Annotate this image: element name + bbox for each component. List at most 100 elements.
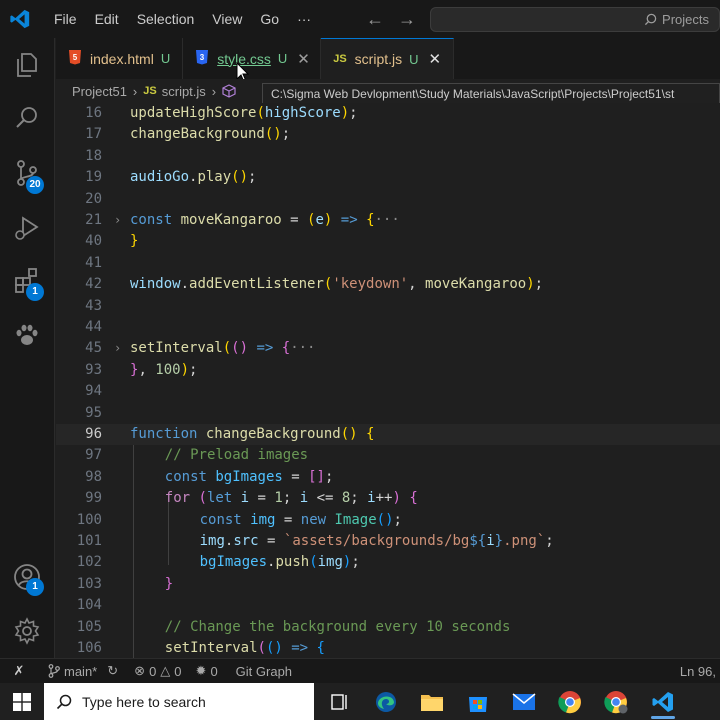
code-token: ; (393, 511, 402, 528)
remote-icon[interactable]: ✗ (0, 658, 38, 684)
code-token: changeBackground (205, 426, 341, 442)
code-line[interactable]: 21 › const moveKangaroo = (e) => {··· (56, 210, 720, 231)
code-line[interactable]: 19 audioGo.play(); (56, 167, 720, 188)
code-line[interactable]: 101 img.src = `assets/backgrounds/bg${i}.… (56, 531, 720, 552)
code-token: ; (351, 554, 360, 571)
code-line[interactable]: 18 (56, 146, 720, 167)
search-label: Projects (662, 12, 709, 27)
fold-chevron-icon[interactable]: › (114, 210, 121, 231)
fold-chevron-icon[interactable]: › (114, 338, 121, 359)
code-token: { (366, 212, 375, 228)
code-token: ( (198, 490, 207, 507)
status-bar: ✗ main* ↻ ⊗ 0 △ 0 ✹ 0 Git Graph Ln 96, (0, 658, 720, 684)
code-text: } (165, 574, 173, 595)
code-line[interactable]: 95 (56, 403, 720, 424)
chrome-profile-icon[interactable] (603, 689, 629, 715)
code-line[interactable]: 45 › setInterval(() => {··· (56, 338, 720, 359)
taskbar-search[interactable]: Type here to search (44, 683, 314, 720)
menu-file[interactable]: File (45, 0, 86, 38)
run-debug-icon[interactable] (12, 213, 42, 243)
code-token: ; (189, 361, 198, 378)
symbol-cube-icon (222, 84, 236, 98)
mail-icon[interactable] (511, 689, 537, 715)
line-number: 96 (85, 426, 102, 442)
code-line[interactable]: 16 updateHighScore(highScore); (56, 103, 720, 124)
windows-start-button[interactable] (0, 683, 44, 720)
menu-edit[interactable]: Edit (86, 0, 128, 38)
menu-more[interactable]: ··· (288, 0, 320, 38)
code-text: const bgImages = []; (165, 467, 334, 488)
code-line[interactable]: 20 (56, 189, 720, 210)
branch-indicator[interactable]: main* (48, 664, 97, 679)
command-center-search[interactable]: Projects (430, 7, 720, 32)
code-line[interactable]: 103} (56, 574, 720, 595)
paw-icon[interactable] (12, 320, 42, 350)
code-line[interactable]: 105 // Change the background every 10 sec… (56, 617, 720, 638)
code-line[interactable]: 100 const img = new Image(); (56, 510, 720, 531)
cursor-position[interactable]: Ln 96, (680, 664, 716, 679)
ports-indicator[interactable]: ✹ 0 (196, 663, 218, 679)
file-explorer-icon[interactable] (419, 689, 445, 715)
code-token: // Preload images (164, 447, 309, 464)
code-token: `assets/backgrounds/bg (283, 533, 470, 549)
chrome-icon[interactable] (557, 689, 583, 715)
code-line[interactable]: 40} (56, 231, 720, 252)
code-line[interactable]: 17 changeBackground(); (56, 124, 720, 145)
sync-icon[interactable]: ↻ (107, 663, 118, 679)
task-view-icon[interactable] (326, 689, 352, 715)
line-number: 102 (76, 554, 102, 571)
code-line[interactable]: 99 for (let i = 1; i <= 8; i++) { (56, 488, 720, 509)
code-line[interactable]: 102 bgImages.push(img); (56, 552, 720, 573)
code-line[interactable]: 41 (56, 253, 720, 274)
code-token: { (281, 340, 291, 357)
forward-arrow-icon[interactable]: → (398, 9, 416, 30)
menu-selection[interactable]: Selection (128, 0, 204, 38)
code-token: ( (257, 640, 266, 656)
search-placeholder: Type here to search (82, 693, 206, 710)
js-icon: JS (143, 85, 157, 97)
code-text: // Change the background every 10 second… (165, 617, 511, 638)
close-icon[interactable]: ✕ (429, 50, 442, 68)
code-line[interactable]: 98 const bgImages = []; (56, 467, 720, 488)
tab-style-css[interactable]: 3 style.css U ✕ (183, 38, 322, 79)
code-line[interactable]: 44 (56, 317, 720, 338)
git-graph-button[interactable]: Git Graph (236, 664, 292, 679)
code-token: updateHighScore (130, 105, 257, 121)
code-token: ( (340, 426, 350, 442)
breadcrumb-folder[interactable]: Project51 (72, 84, 127, 99)
edge-browser-icon[interactable] (373, 689, 399, 715)
windows-logo-icon (13, 692, 31, 711)
ports-count: 0 (210, 663, 218, 679)
code-token: ++ (375, 490, 393, 507)
microsoft-store-icon[interactable] (465, 689, 491, 715)
code-line[interactable]: 106 setInterval(() => { (56, 638, 720, 658)
settings-gear-icon[interactable] (12, 616, 42, 646)
code-token: = (275, 511, 301, 528)
tab-index-html[interactable]: 5 index.html U (56, 38, 184, 79)
menu-view[interactable]: View (203, 0, 251, 38)
tab-script-js[interactable]: JS script.js U ✕ (321, 38, 455, 79)
code-line[interactable]: 94 (56, 381, 720, 402)
code-token: ; (534, 276, 544, 293)
code-line[interactable]: 96 function changeBackground() { (56, 424, 720, 445)
code-token: const (164, 468, 216, 485)
back-arrow-icon[interactable]: ← (366, 9, 384, 30)
explorer-icon[interactable] (12, 50, 42, 80)
close-icon[interactable]: ✕ (297, 50, 310, 68)
line-number: 104 (76, 597, 102, 614)
problems-indicator[interactable]: ⊗ 0 △ 0 (134, 663, 181, 679)
code-line[interactable]: 43 (56, 296, 720, 317)
svg-text:5: 5 (73, 53, 78, 62)
line-number: 42 (85, 276, 102, 293)
line-number: 20 (85, 190, 102, 207)
code-editor[interactable]: 16 updateHighScore(highScore); 17 changeBac… (56, 103, 720, 658)
code-line[interactable]: 42 window.addEventListener('keydown', mov… (56, 274, 720, 295)
code-line[interactable]: 93}, 100); (56, 360, 720, 381)
code-line[interactable]: 104 (56, 595, 720, 616)
code-line[interactable]: 97 // Preload images (56, 445, 720, 466)
vscode-taskbar-icon[interactable] (650, 689, 676, 715)
menu-go[interactable]: Go (251, 0, 288, 38)
search-view-icon[interactable] (12, 103, 42, 133)
breadcrumb-file[interactable]: script.js (162, 84, 206, 99)
code-token: ( (231, 169, 240, 186)
